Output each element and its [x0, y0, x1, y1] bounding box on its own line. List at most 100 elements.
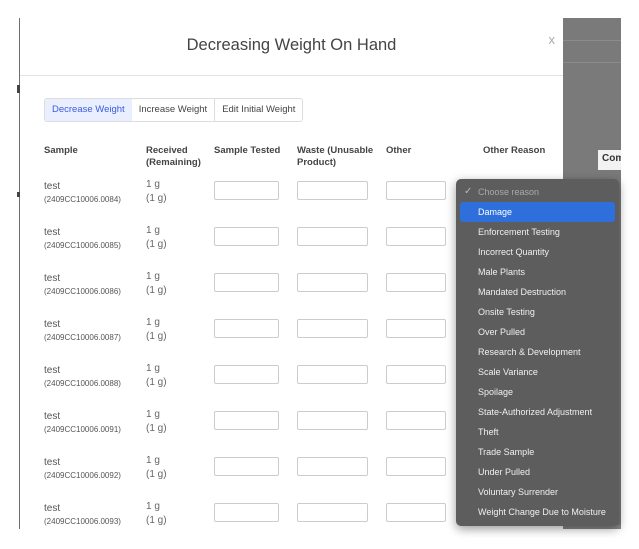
sample-id: (2409CC10006.0088) — [44, 379, 121, 388]
received-cell: 1 g (1 g) — [146, 224, 167, 252]
option-label: Choose reason — [478, 187, 540, 197]
sample-name: test — [44, 411, 61, 422]
checkmark-icon: ✓ — [464, 186, 473, 197]
sample-tested-input[interactable] — [214, 457, 279, 476]
remaining-value: (1 g) — [146, 515, 167, 526]
sample-cell: test (2409CC10006.0085) — [44, 227, 121, 250]
sample-name: test — [44, 319, 61, 330]
other-input[interactable] — [386, 181, 446, 200]
other-input[interactable] — [386, 411, 446, 430]
waste-input[interactable] — [297, 503, 368, 522]
sample-cell: test (2409CC10006.0088) — [44, 365, 121, 388]
sample-tested-input[interactable] — [214, 181, 279, 200]
dropdown-option[interactable]: Over Pulled — [456, 322, 619, 342]
sample-tested-input[interactable] — [214, 503, 279, 522]
sample-id: (2409CC10006.0085) — [44, 241, 121, 250]
sample-name: test — [44, 365, 61, 376]
sample-name: test — [44, 457, 61, 468]
received-value: 1 g — [146, 271, 160, 282]
other-input[interactable] — [386, 457, 446, 476]
received-value: 1 g — [146, 225, 160, 236]
remaining-value: (1 g) — [146, 193, 167, 204]
dropdown-option[interactable]: Onsite Testing — [456, 302, 619, 322]
waste-input[interactable] — [297, 319, 368, 338]
background-divider — [563, 40, 621, 41]
sample-name: test — [44, 181, 61, 192]
dropdown-option[interactable]: Male Plants — [456, 262, 619, 282]
column-header-received: Received (Remaining) — [146, 145, 201, 168]
received-cell: 1 g (1 g) — [146, 454, 167, 482]
dropdown-option[interactable]: Incorrect Quantity — [456, 242, 619, 262]
sample-name: test — [44, 227, 61, 238]
other-input[interactable] — [386, 227, 446, 246]
waste-input[interactable] — [297, 181, 368, 200]
tab-decrease-weight[interactable]: Decrease Weight — [45, 99, 133, 121]
received-value: 1 g — [146, 409, 160, 420]
sample-cell: test (2409CC10006.0091) — [44, 411, 121, 434]
dropdown-option[interactable]: Weight Change Due to Moisture — [456, 502, 619, 522]
remaining-value: (1 g) — [146, 285, 167, 296]
tab-increase-weight[interactable]: Increase Weight — [131, 99, 216, 121]
received-value: 1 g — [146, 363, 160, 374]
sample-tested-input[interactable] — [214, 227, 279, 246]
background-divider — [563, 62, 621, 63]
sample-tested-input[interactable] — [214, 319, 279, 338]
sample-cell: test (2409CC10006.0086) — [44, 273, 121, 296]
received-cell: 1 g (1 g) — [146, 316, 167, 344]
other-input[interactable] — [386, 503, 446, 522]
sample-id: (2409CC10006.0092) — [44, 471, 121, 480]
dropdown-option[interactable]: Theft — [456, 422, 619, 442]
sample-id: (2409CC10006.0093) — [44, 517, 121, 526]
sample-cell: test (2409CC10006.0084) — [44, 181, 121, 204]
dropdown-option[interactable]: Trade Sample — [456, 442, 619, 462]
waste-input[interactable] — [297, 365, 368, 384]
dropdown-option[interactable]: Mandated Destruction — [456, 282, 619, 302]
other-input[interactable] — [386, 319, 446, 338]
sample-cell: test (2409CC10006.0093) — [44, 503, 121, 526]
received-value: 1 g — [146, 317, 160, 328]
other-input[interactable] — [386, 365, 446, 384]
background-column-header: Com — [598, 150, 621, 170]
received-value: 1 g — [146, 501, 160, 512]
dropdown-option[interactable]: Voluntary Surrender — [456, 482, 619, 502]
column-header-other-reason: Other Reason — [483, 145, 546, 156]
dropdown-placeholder-option[interactable]: ✓ Choose reason — [456, 182, 619, 202]
remaining-value: (1 g) — [146, 331, 167, 342]
received-cell: 1 g (1 g) — [146, 270, 167, 298]
waste-input[interactable] — [297, 457, 368, 476]
received-cell: 1 g (1 g) — [146, 178, 167, 206]
sample-cell: test (2409CC10006.0092) — [44, 457, 121, 480]
received-value: 1 g — [146, 455, 160, 466]
column-header-waste: Waste (Unusable Product) — [297, 145, 374, 168]
modal-header: Decreasing Weight On Hand x — [20, 18, 563, 76]
sample-tested-input[interactable] — [214, 273, 279, 292]
remaining-value: (1 g) — [146, 377, 167, 388]
dropdown-option[interactable]: Enforcement Testing — [456, 222, 619, 242]
other-reason-dropdown[interactable]: ✓ Choose reason Damage Enforcement Testi… — [456, 179, 619, 526]
remaining-value: (1 g) — [146, 423, 167, 434]
column-header-other: Other — [386, 145, 412, 156]
sample-tested-input[interactable] — [214, 411, 279, 430]
dropdown-option[interactable]: Scale Variance — [456, 362, 619, 382]
waste-input[interactable] — [297, 411, 368, 430]
waste-input[interactable] — [297, 273, 368, 292]
waste-input[interactable] — [297, 227, 368, 246]
sample-id: (2409CC10006.0086) — [44, 287, 121, 296]
received-cell: 1 g (1 g) — [146, 362, 167, 390]
dropdown-option[interactable]: Spoilage — [456, 382, 619, 402]
received-value: 1 g — [146, 179, 160, 190]
dropdown-option-damage[interactable]: Damage — [460, 202, 615, 222]
weight-mode-tabs: Decrease Weight Increase Weight Edit Ini… — [44, 98, 304, 122]
close-button[interactable]: x — [549, 32, 556, 47]
tab-edit-initial-weight[interactable]: Edit Initial Weight — [215, 99, 303, 121]
dropdown-option[interactable]: Research & Development — [456, 342, 619, 362]
other-input[interactable] — [386, 273, 446, 292]
dropdown-option[interactable]: Under Pulled — [456, 462, 619, 482]
column-header-sample: Sample — [44, 145, 78, 156]
column-header-sample-tested: Sample Tested — [214, 145, 281, 156]
sample-id: (2409CC10006.0084) — [44, 195, 121, 204]
sample-tested-input[interactable] — [214, 365, 279, 384]
dropdown-option[interactable]: State-Authorized Adjustment — [456, 402, 619, 422]
sample-id: (2409CC10006.0091) — [44, 425, 121, 434]
received-cell: 1 g (1 g) — [146, 500, 167, 528]
